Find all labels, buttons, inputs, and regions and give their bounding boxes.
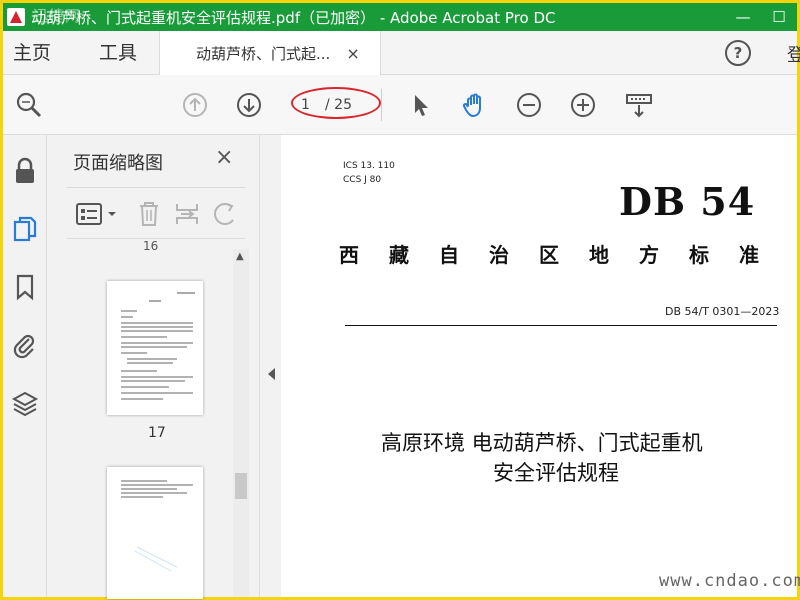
doc-region: 西藏自治区地方标准 xyxy=(339,243,789,267)
lock-icon[interactable] xyxy=(11,157,39,185)
extract-page-icon[interactable] xyxy=(173,200,201,228)
doc-rule-line xyxy=(345,325,777,326)
menu-home[interactable]: 主页 xyxy=(3,31,61,75)
title-bar: 动葫芦桥、门式起重机安全评估规程.pdf（已加密） - Adobe Acroba… xyxy=(3,3,797,31)
maximize-button[interactable]: ☐ xyxy=(761,8,797,26)
page-thumbnails-icon[interactable] xyxy=(11,215,39,243)
minimize-button[interactable]: — xyxy=(725,8,761,26)
document-viewer[interactable]: ICS 13. 110 CCS J 80 DB 54 西藏自治区地方标准 DB … xyxy=(281,135,800,597)
doc-ccs: CCS J 80 xyxy=(343,175,382,185)
panel-close-icon[interactable]: × xyxy=(215,145,233,170)
thumbnail-page-18[interactable] xyxy=(107,467,203,599)
collapse-arrow-icon[interactable] xyxy=(266,367,276,381)
layers-icon[interactable] xyxy=(11,389,39,417)
doc-number: DB 54/T 0301—2023 xyxy=(665,305,780,318)
watermark-logo: 迅捷网 xyxy=(33,7,82,25)
toolbar: 1 / 25 xyxy=(3,75,797,135)
thumbnail-label-17: 17 xyxy=(148,425,166,441)
zoom-icon[interactable] xyxy=(15,91,43,119)
annotation-ellipse xyxy=(291,87,381,119)
scroll-mode-icon[interactable] xyxy=(625,91,653,119)
thumbnail-options-icon[interactable] xyxy=(75,200,121,228)
attachment-icon[interactable] xyxy=(11,331,39,359)
panel-toolbar xyxy=(67,187,245,239)
page-down-icon[interactable] xyxy=(235,91,263,119)
rotate-page-icon[interactable] xyxy=(211,200,245,228)
bookmark-icon[interactable] xyxy=(11,273,39,301)
tab-close-icon[interactable]: × xyxy=(346,44,359,63)
scrollbar-thumb[interactable] xyxy=(235,473,247,499)
zoom-out-icon[interactable] xyxy=(515,91,543,119)
login-button[interactable]: 登 xyxy=(787,41,800,67)
toolbar-divider xyxy=(381,89,382,121)
scroll-up-arrow-icon[interactable]: ▲ xyxy=(236,251,244,262)
help-icon[interactable]: ? xyxy=(725,40,751,66)
panel-collapse-strip[interactable] xyxy=(259,135,281,597)
window-title: 动葫芦桥、门式起重机安全评估规程.pdf（已加密） - Adobe Acroba… xyxy=(31,8,556,27)
thumbnail-page-17[interactable] xyxy=(107,281,203,415)
doc-title-line2: 安全评估规程 xyxy=(493,461,619,485)
doc-title-line1: 高原环境 电动葫芦桥、门式起重机 xyxy=(381,431,703,455)
select-cursor-icon[interactable] xyxy=(407,91,435,119)
acrobat-icon xyxy=(7,8,25,26)
hand-tool-icon[interactable] xyxy=(461,91,489,119)
page-up-icon[interactable] xyxy=(181,91,209,119)
document-tab-label: 动葫芦桥、门式起... xyxy=(196,44,331,63)
thumbnails-panel: 页面缩略图 × 16 17 ▲ xyxy=(55,135,251,599)
site-watermark: www.cndao.com xyxy=(659,571,800,591)
left-rail xyxy=(3,135,47,597)
panel-title: 页面缩略图 xyxy=(73,153,163,174)
doc-standard-code: DB 54 xyxy=(619,179,756,224)
menu-bar: 主页 工具 动葫芦桥、门式起... × ? 登 xyxy=(3,31,800,75)
thumbnail-label-16: 16 xyxy=(143,239,159,253)
delete-page-icon[interactable] xyxy=(135,200,163,228)
zoom-in-icon[interactable] xyxy=(569,91,597,119)
menu-tools[interactable]: 工具 xyxy=(89,31,147,75)
thumbnail-scrollbar[interactable]: ▲ xyxy=(233,249,249,597)
doc-ics: ICS 13. 110 xyxy=(343,161,395,171)
document-tab[interactable]: 动葫芦桥、门式起... × xyxy=(159,31,381,75)
